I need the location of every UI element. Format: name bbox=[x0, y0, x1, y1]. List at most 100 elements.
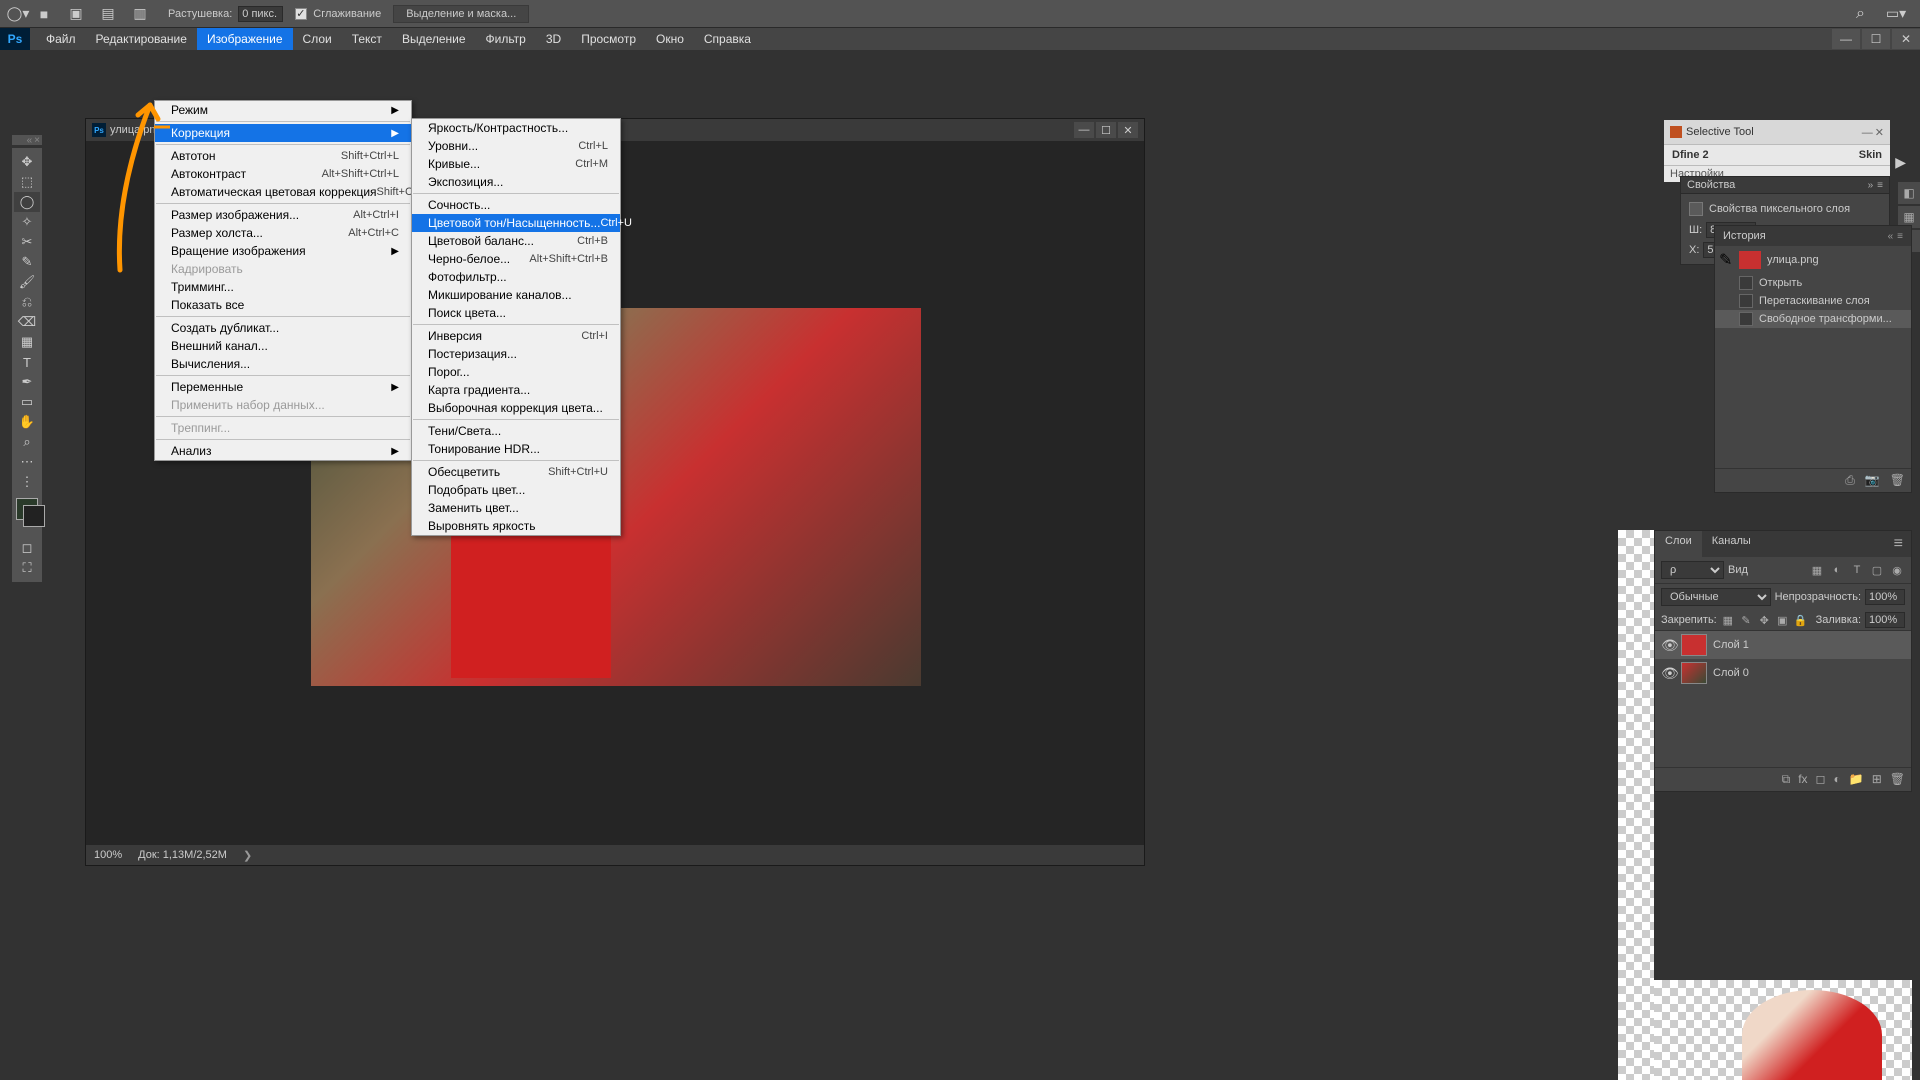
menuitem[interactable]: Выровнять яркость bbox=[412, 517, 620, 535]
tab-layers[interactable]: Слои bbox=[1655, 531, 1702, 557]
visibility-toggle-icon[interactable]: 👁 bbox=[1661, 637, 1675, 654]
menu-справка[interactable]: Справка bbox=[694, 28, 761, 50]
menuitem[interactable]: Черно-белое...Alt+Shift+Ctrl+B bbox=[412, 250, 620, 268]
history-state[interactable]: Открыть bbox=[1715, 274, 1911, 292]
play-timeline-button[interactable]: ▶ bbox=[1895, 154, 1906, 171]
menuitem[interactable]: Сочность... bbox=[412, 196, 620, 214]
selection-subtract-icon[interactable]: ▤ bbox=[98, 4, 118, 24]
crop-tool[interactable]: ✂ bbox=[14, 232, 40, 252]
layer-name[interactable]: Слой 0 bbox=[1713, 667, 1749, 679]
color-panel-icon[interactable]: ◧ bbox=[1898, 182, 1920, 204]
menu-файл[interactable]: Файл bbox=[36, 28, 86, 50]
new-group-icon[interactable]: 📁 bbox=[1849, 772, 1864, 787]
history-state[interactable]: Перетаскивание слоя bbox=[1715, 292, 1911, 310]
doc-minimize-button[interactable]: — bbox=[1074, 122, 1094, 138]
history-brush-icon[interactable]: ✎ bbox=[1719, 250, 1733, 270]
workspace-switcher-icon[interactable]: ▭▾ bbox=[1886, 4, 1906, 24]
clone-stamp-tool[interactable]: ⎌ bbox=[14, 292, 40, 312]
search-icon[interactable]: ⌕ bbox=[1856, 5, 1874, 23]
fill-input[interactable] bbox=[1865, 612, 1905, 628]
eyedropper-tool[interactable]: ✎ bbox=[14, 252, 40, 272]
menuitem[interactable]: Уровни...Ctrl+L bbox=[412, 137, 620, 155]
menuitem[interactable]: Тримминг... bbox=[155, 278, 411, 296]
menuitem[interactable]: Переменные▶ bbox=[155, 378, 411, 396]
doc-size-readout[interactable]: Док: 1,13M/2,52M bbox=[138, 849, 227, 861]
menuitem[interactable]: Создать дубликат... bbox=[155, 319, 411, 337]
edit-toolbar[interactable]: ⋮ bbox=[14, 472, 40, 492]
new-layer-icon[interactable]: ⊞ bbox=[1872, 772, 1882, 787]
filter-pixel-icon[interactable]: ▦ bbox=[1809, 562, 1825, 578]
menu-слои[interactable]: Слои bbox=[293, 28, 342, 50]
menuitem[interactable]: Показать все bbox=[155, 296, 411, 314]
menuitem[interactable]: Экспозиция... bbox=[412, 173, 620, 191]
history-collapse-icon[interactable]: « bbox=[1888, 231, 1894, 242]
delete-state-icon[interactable]: 🗑 bbox=[1890, 473, 1905, 488]
selection-new-icon[interactable]: ■ bbox=[34, 4, 54, 24]
properties-menu-icon[interactable]: ≡ bbox=[1877, 180, 1883, 191]
layer-name[interactable]: Слой 1 bbox=[1713, 639, 1749, 651]
history-state[interactable]: Свободное трансформи... bbox=[1715, 310, 1911, 328]
menu-изображение[interactable]: Изображение bbox=[197, 28, 293, 50]
lock-transparency-icon[interactable]: ▦ bbox=[1721, 612, 1735, 628]
layer-row[interactable]: 👁 Слой 0 bbox=[1655, 659, 1911, 687]
new-adjustment-icon[interactable]: ◐ bbox=[1834, 772, 1841, 787]
tab-channels[interactable]: Каналы bbox=[1702, 531, 1761, 557]
color-swatch[interactable] bbox=[16, 498, 38, 520]
close-button[interactable]: ✕ bbox=[1892, 29, 1920, 49]
selection-intersect-icon[interactable]: ▥ bbox=[130, 4, 150, 24]
lock-brush-icon[interactable]: ✎ bbox=[1739, 612, 1753, 628]
create-document-icon[interactable]: ⎙ bbox=[1845, 473, 1855, 488]
blend-mode-select[interactable]: Обычные bbox=[1661, 588, 1771, 606]
layers-menu-icon[interactable]: ≡ bbox=[1886, 531, 1911, 557]
filter-smart-icon[interactable]: ◉ bbox=[1889, 562, 1905, 578]
menuitem[interactable]: Анализ▶ bbox=[155, 442, 411, 460]
menuitem[interactable]: Подобрать цвет... bbox=[412, 481, 620, 499]
menuitem[interactable]: Порог... bbox=[412, 363, 620, 381]
menuitem[interactable]: ОбесцветитьShift+Ctrl+U bbox=[412, 463, 620, 481]
menu-просмотр[interactable]: Просмотр bbox=[571, 28, 646, 50]
menuitem[interactable]: Размер изображения...Alt+Ctrl+I bbox=[155, 206, 411, 224]
quick-mask-tool[interactable]: ◻ bbox=[14, 538, 40, 558]
brush-tool[interactable]: 🖌 bbox=[14, 272, 40, 292]
menuitem[interactable]: АвтотонShift+Ctrl+L bbox=[155, 147, 411, 165]
screen-mode-tool[interactable]: ⛶ bbox=[14, 558, 40, 578]
add-mask-icon[interactable]: ◻ bbox=[1816, 772, 1826, 787]
layer-fx-icon[interactable]: fx bbox=[1798, 772, 1807, 787]
visibility-toggle-icon[interactable]: 👁 bbox=[1661, 665, 1675, 682]
menu-редактирование[interactable]: Редактирование bbox=[86, 28, 197, 50]
opacity-input[interactable] bbox=[1865, 589, 1905, 605]
status-flyout-icon[interactable]: ❯ bbox=[243, 849, 252, 862]
toolbox-close-icon[interactable]: × bbox=[34, 135, 40, 146]
type-tool[interactable]: T bbox=[14, 352, 40, 372]
lock-artboard-icon[interactable]: ▣ bbox=[1775, 612, 1789, 628]
create-snapshot-icon[interactable]: 📷 bbox=[1865, 473, 1880, 488]
zoom-level[interactable]: 100% bbox=[94, 849, 122, 861]
more-tools[interactable]: ⋯ bbox=[14, 452, 40, 472]
lock-all-icon[interactable]: 🔒 bbox=[1793, 612, 1807, 628]
eraser-tool[interactable]: ⌫ bbox=[14, 312, 40, 332]
menuitem[interactable]: Тени/Света... bbox=[412, 422, 620, 440]
menuitem[interactable]: Размер холста...Alt+Ctrl+C bbox=[155, 224, 411, 242]
gradient-tool[interactable]: ▦ bbox=[14, 332, 40, 352]
filter-type-icon[interactable]: T bbox=[1849, 562, 1865, 578]
menuitem[interactable]: Кривые...Ctrl+M bbox=[412, 155, 620, 173]
menuitem[interactable]: Коррекция▶ bbox=[155, 124, 411, 142]
antialias-checkbox[interactable] bbox=[295, 8, 307, 20]
menuitem[interactable]: Микширование каналов... bbox=[412, 286, 620, 304]
menuitem[interactable]: Цветовой баланс...Ctrl+B bbox=[412, 232, 620, 250]
selective-close-button[interactable]: ✕ bbox=[1875, 127, 1884, 139]
menuitem[interactable]: Выборочная коррекция цвета... bbox=[412, 399, 620, 417]
layer-filter-select[interactable]: ρ bbox=[1661, 561, 1724, 579]
menu-окно[interactable]: Окно bbox=[646, 28, 694, 50]
selective-min-button[interactable]: — bbox=[1862, 127, 1873, 139]
history-snapshot[interactable]: ✎ улица.png bbox=[1715, 246, 1911, 274]
properties-collapse-icon[interactable]: » bbox=[1868, 180, 1874, 191]
menuitem[interactable]: Поиск цвета... bbox=[412, 304, 620, 322]
zoom-tool[interactable]: ⌕ bbox=[14, 432, 40, 452]
menuitem[interactable]: АвтоконтрастAlt+Shift+Ctrl+L bbox=[155, 165, 411, 183]
menuitem[interactable]: Тонирование HDR... bbox=[412, 440, 620, 458]
history-menu-icon[interactable]: ≡ bbox=[1897, 231, 1903, 242]
pen-tool[interactable]: ✒ bbox=[14, 372, 40, 392]
minimize-button[interactable]: — bbox=[1832, 29, 1860, 49]
filter-shape-icon[interactable]: ▢ bbox=[1869, 562, 1885, 578]
